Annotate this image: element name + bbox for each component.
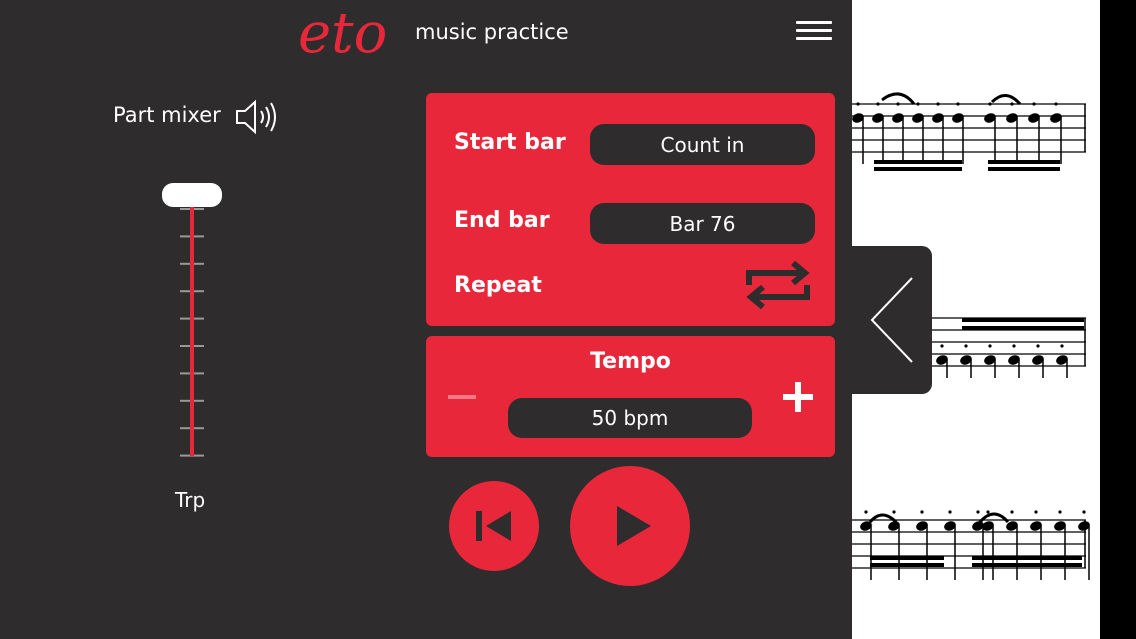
collapse-panel-tab[interactable] (852, 246, 932, 394)
volume-fader[interactable] (160, 180, 224, 462)
skip-to-start-icon (476, 511, 511, 541)
repeat-icon[interactable] (743, 255, 813, 315)
screen-edge (1100, 0, 1136, 639)
start-bar-selector[interactable]: Count in (590, 124, 815, 165)
end-bar-label: End bar (454, 208, 550, 233)
channel-label: Trp (175, 488, 206, 512)
app-panel: eto music practice Part mixer Trp Start … (0, 0, 852, 639)
svg-text:eto: eto (298, 6, 387, 64)
part-mixer-title: Part mixer (113, 103, 221, 127)
repeat-label: Repeat (454, 273, 542, 298)
chevron-left-icon (870, 277, 913, 363)
play-button[interactable] (570, 466, 690, 586)
tempo-title: Tempo (590, 349, 671, 374)
tempo-value[interactable]: 50 bpm (508, 398, 752, 438)
tempo-panel: Tempo 50 bpm (426, 336, 835, 457)
minus-icon[interactable] (446, 386, 478, 408)
rewind-button[interactable] (449, 481, 539, 571)
eto-logo: eto (298, 6, 387, 64)
plus-icon[interactable] (781, 380, 815, 414)
end-bar-selector[interactable]: Bar 76 (590, 203, 815, 244)
speaker-icon[interactable] (234, 97, 282, 137)
bar-range-panel: Start bar Count in End bar Bar 76 Repeat (426, 93, 835, 326)
app-subtitle: music practice (415, 20, 569, 44)
play-icon (617, 506, 651, 546)
start-bar-label: Start bar (454, 130, 566, 155)
fader-knob[interactable] (162, 183, 222, 207)
hamburger-menu-icon[interactable] (796, 20, 834, 42)
